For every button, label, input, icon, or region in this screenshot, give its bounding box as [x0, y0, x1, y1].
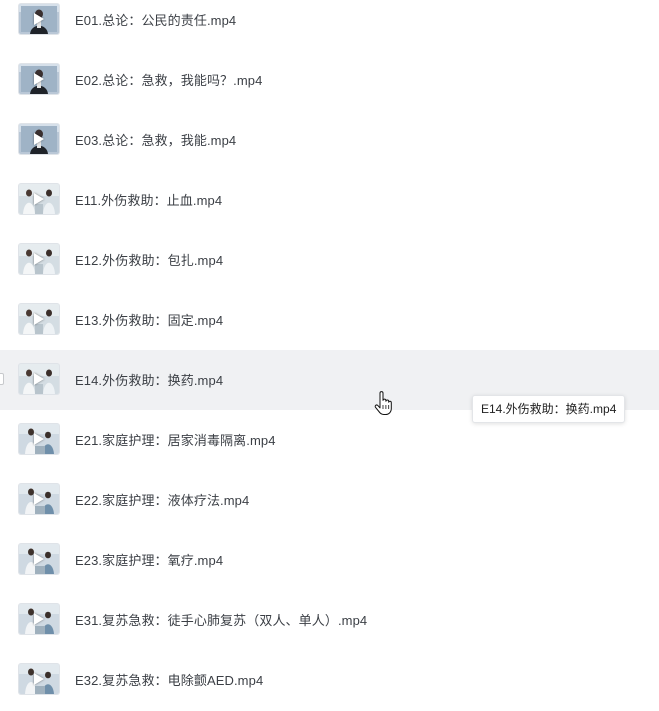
file-name[interactable]: E13.外伤救助：固定.mp4	[75, 310, 223, 329]
play-icon	[34, 673, 44, 685]
video-thumbnail[interactable]	[19, 124, 59, 154]
file-name[interactable]: E32.复苏急救：电除颤AED.mp4	[75, 670, 263, 689]
file-name[interactable]: E11.外伤救助：止血.mp4	[75, 190, 222, 209]
file-row[interactable]: E32.复苏急救：电除颤AED.mp4	[0, 650, 659, 710]
file-row[interactable]: E03.总论：急救，我能.mp4	[0, 110, 659, 170]
play-icon	[34, 433, 44, 445]
file-name[interactable]: E21.家庭护理：居家消毒隔离.mp4	[75, 430, 276, 449]
play-icon	[34, 73, 44, 85]
play-icon	[34, 613, 44, 625]
file-row[interactable]: E12.外伤救助：包扎.mp4	[0, 230, 659, 290]
play-icon	[34, 13, 44, 25]
play-icon	[34, 253, 44, 265]
video-thumbnail[interactable]	[19, 484, 59, 514]
file-list: E01.总论：公民的责任.mp4 E02.总论：急救，我能吗？.mp4 E03.…	[0, 0, 659, 710]
file-row[interactable]: E31.复苏急救：徒手心肺复苏（双人、单人）.mp4	[0, 590, 659, 650]
filename-tooltip: E14.外伤救助：换药.mp4	[472, 395, 626, 423]
file-row[interactable]: E22.家庭护理：液体疗法.mp4	[0, 470, 659, 530]
play-icon	[34, 313, 44, 325]
video-thumbnail[interactable]	[19, 184, 59, 214]
video-thumbnail[interactable]	[19, 304, 59, 334]
file-name[interactable]: E22.家庭护理：液体疗法.mp4	[75, 490, 249, 509]
file-row[interactable]: E01.总论：公民的责任.mp4	[0, 0, 659, 50]
file-name[interactable]: E12.外伤救助：包扎.mp4	[75, 250, 223, 269]
file-row[interactable]: E23.家庭护理：氧疗.mp4	[0, 530, 659, 590]
video-thumbnail[interactable]	[19, 4, 59, 34]
file-row[interactable]: E02.总论：急救，我能吗？.mp4	[0, 50, 659, 110]
video-thumbnail[interactable]	[19, 664, 59, 694]
file-name[interactable]: E03.总论：急救，我能.mp4	[75, 130, 236, 149]
row-checkbox[interactable]	[0, 373, 4, 385]
video-thumbnail[interactable]	[19, 244, 59, 274]
play-icon	[34, 553, 44, 565]
file-row[interactable]: E13.外伤救助：固定.mp4	[0, 290, 659, 350]
hand-pointer-icon	[374, 391, 392, 415]
file-name[interactable]: E02.总论：急救，我能吗？.mp4	[75, 70, 262, 89]
play-icon	[34, 493, 44, 505]
video-thumbnail[interactable]	[19, 604, 59, 634]
video-thumbnail[interactable]	[19, 364, 59, 394]
play-icon	[34, 133, 44, 145]
video-thumbnail[interactable]	[19, 64, 59, 94]
video-thumbnail[interactable]	[19, 424, 59, 454]
file-name[interactable]: E31.复苏急救：徒手心肺复苏（双人、单人）.mp4	[75, 610, 367, 629]
file-name[interactable]: E14.外伤救助：换药.mp4	[75, 370, 223, 389]
play-icon	[34, 193, 44, 205]
file-row[interactable]: E11.外伤救助：止血.mp4	[0, 170, 659, 230]
video-thumbnail[interactable]	[19, 544, 59, 574]
file-name[interactable]: E01.总论：公民的责任.mp4	[75, 10, 236, 29]
play-icon	[34, 373, 44, 385]
file-name[interactable]: E23.家庭护理：氧疗.mp4	[75, 550, 223, 569]
